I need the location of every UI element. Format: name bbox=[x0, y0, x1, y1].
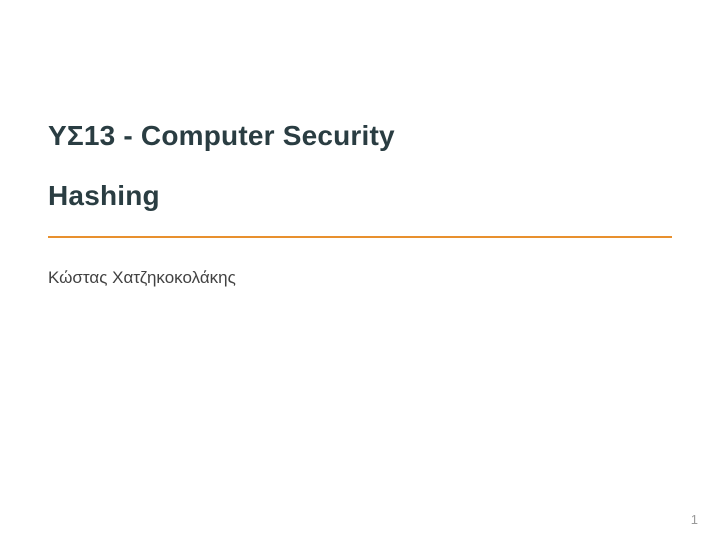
author-name: Κώστας Χατζηκοκολάκης bbox=[48, 268, 672, 288]
topic-title: Hashing bbox=[48, 180, 672, 212]
page-number: 1 bbox=[691, 512, 698, 527]
slide-container: ΥΣ13 - Computer Security Hashing Κώστας … bbox=[0, 0, 720, 541]
course-title: ΥΣ13 - Computer Security bbox=[48, 120, 672, 152]
divider-line bbox=[48, 236, 672, 238]
